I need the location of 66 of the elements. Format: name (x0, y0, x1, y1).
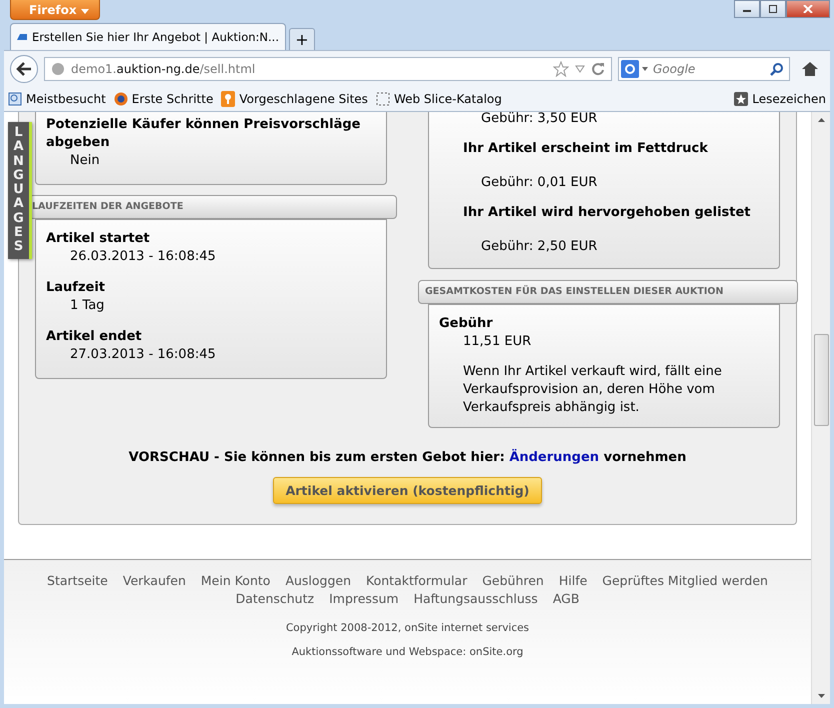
house-icon (802, 62, 818, 76)
footer-link[interactable]: Verkaufen (122, 572, 186, 590)
fee-value: Gebühr: 2,50 EUR (480, 238, 598, 256)
footer-link[interactable]: Impressum (329, 590, 399, 608)
browser-tab[interactable]: Erstellen Sie hier Ihr Angebot | Auktion:N... (10, 23, 286, 50)
option-label: Ihr Artikel wird hervorgehoben gelistet (463, 204, 752, 222)
section-header: GESAMTKOSTEN FÜR DAS EINSTELLEN DIESER AUKTION (418, 280, 798, 304)
field-label: Potenzielle Käufer können Preisvorschläge abgeben (46, 116, 362, 152)
fee-note: Wenn Ihr Artikel verkauft wird, fällt eine Verkaufsprovision an, deren Höhe vom Verkaufspreis abhängig ist. (462, 363, 723, 417)
scroll-up-icon (818, 118, 824, 122)
field-value: 27.03.2013 - 16:08:45 (69, 346, 217, 364)
preview-notice: VORSCHAU - Sie können bis zum ersten Gebot hier: Änderungen vornehmen (128, 450, 688, 465)
arrow-left-icon (16, 62, 32, 76)
footer-link[interactable]: Ausloggen (285, 572, 352, 590)
lightbulb-icon (221, 91, 236, 107)
footer-link[interactable]: Gebühren (482, 572, 544, 590)
close-icon (803, 5, 813, 13)
close-button[interactable] (786, 0, 830, 18)
dropdown-icon (575, 65, 585, 73)
maximize-icon (768, 5, 778, 13)
fee-value: Gebühr: 3,50 EUR (480, 112, 598, 128)
footer-link[interactable]: AGB (552, 590, 580, 608)
footer-link[interactable]: Startseite (47, 572, 108, 590)
languages-tab[interactable]: LANGUAGES (8, 122, 32, 259)
reload-icon (591, 62, 605, 76)
field-value: Nein (69, 152, 101, 170)
address-bar[interactable]: demo1.auktion-ng.de/sell.html (44, 57, 612, 81)
field-label: Laufzeit (46, 279, 106, 297)
caret-icon (80, 8, 89, 14)
bookmark-link[interactable]: Meistbesucht (8, 92, 106, 106)
field-value: 1 Tag (69, 297, 106, 315)
maximize-button[interactable] (760, 0, 786, 18)
search-field[interactable]: Google (618, 57, 790, 81)
minimize-button[interactable] (734, 0, 760, 18)
section-header: LAUFZEITEN DER ANGEBOTE (29, 195, 397, 219)
footer-link[interactable]: Datenschutz (236, 590, 314, 608)
search-icon (770, 62, 784, 76)
scroll-down-icon (818, 694, 824, 698)
field-label: Artikel startet (46, 230, 151, 248)
footer-link[interactable]: Geprüftes Mitglied werden (602, 572, 768, 590)
scrollbar-thumb[interactable] (814, 334, 829, 426)
bookmark-link[interactable]: Web Slice-Katalog (376, 92, 502, 106)
bookmarks-menu-button[interactable]: Lesezeichen (734, 92, 826, 106)
star-icon (734, 92, 748, 106)
star-icon (553, 61, 569, 77)
credits-text: Auktionssoftware und Webspace: onSite.org (292, 646, 524, 658)
back-button[interactable] (10, 55, 38, 83)
field-label: Gebühr (439, 315, 494, 333)
footer-link[interactable]: Haftungsausschluss (414, 590, 538, 608)
copyright-text: Copyright 2008-2012, onSite internet services (286, 622, 530, 634)
field-label: Artikel endet (46, 328, 143, 346)
changes-link[interactable]: Änderungen (509, 450, 600, 465)
footer-link[interactable]: Kontaktformular (366, 572, 468, 590)
fee-value: Gebühr: 0,01 EUR (480, 174, 598, 192)
field-value: 26.03.2013 - 16:08:45 (69, 248, 217, 266)
bookmark-link[interactable]: Erste Schritte (114, 92, 214, 106)
option-label: Ihr Artikel erscheint im Fettdruck (463, 140, 709, 158)
activate-button[interactable]: Artikel aktivieren (kostenpflichtig) (272, 477, 542, 504)
dashed-square-icon (376, 92, 390, 106)
footer-link[interactable]: Hilfe (558, 572, 588, 590)
page-icon (8, 92, 22, 106)
caret-icon (642, 67, 648, 71)
bookmark-link[interactable]: Vorgeschlagene Sites (221, 91, 368, 107)
footer-link[interactable]: Mein Konto (200, 572, 270, 590)
field-value: 11,51 EUR (462, 333, 532, 351)
new-tab-button[interactable]: + (289, 28, 315, 50)
